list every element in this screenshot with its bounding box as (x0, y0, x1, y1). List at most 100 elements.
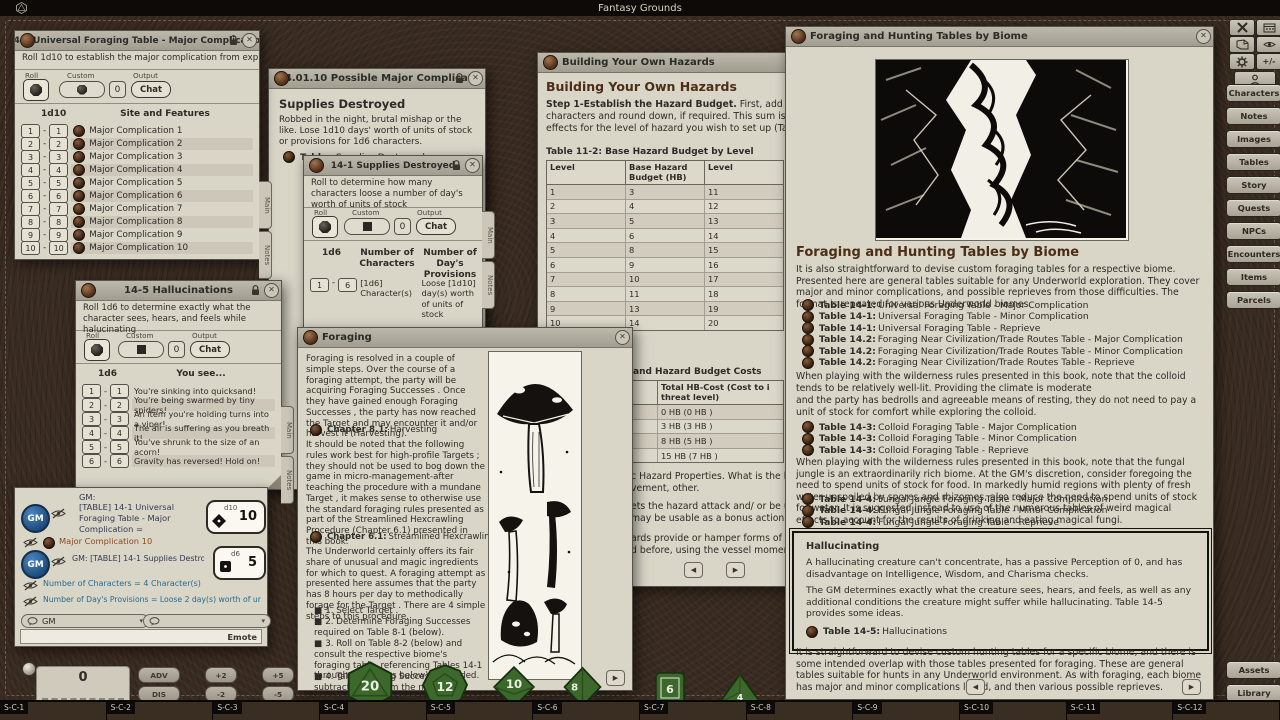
gear-icon[interactable] (1229, 53, 1255, 70)
table-link[interactable]: Table 14-3: Colloid Foraging Table - Maj… (802, 421, 1077, 433)
page-prev-button[interactable]: ◀ (966, 679, 985, 695)
eye-icon[interactable] (1256, 36, 1280, 53)
record-icon[interactable] (543, 55, 558, 70)
roll-die-button[interactable] (84, 339, 110, 361)
foraging-title-bar[interactable]: Foraging ✕ (298, 328, 632, 348)
hotkey-slot[interactable]: S-C-1 (0, 700, 107, 720)
tab-notes[interactable]: Notes (259, 231, 272, 279)
hotkey-slot[interactable]: S-C-10 (960, 700, 1067, 720)
adv-button[interactable]: ADV (138, 667, 180, 683)
record-icon[interactable] (791, 29, 806, 44)
hotkey-slot[interactable]: S-C-9 (853, 700, 960, 720)
table-link[interactable]: Table 14-4: Fungal Jungle Foraging Table… (802, 505, 1107, 517)
tab-main[interactable]: Main (482, 211, 495, 259)
sidebar-item-story[interactable]: Story (1226, 176, 1280, 194)
harvesting-link[interactable]: Chapter 8.1: Harvesting (310, 424, 437, 436)
plus2-button[interactable]: +2 (205, 667, 237, 683)
plus5-button[interactable]: +5 (262, 667, 294, 683)
lock-icon[interactable] (229, 35, 238, 46)
record-icon[interactable] (81, 283, 96, 298)
emote-button[interactable]: Emote (227, 632, 261, 642)
modifiers-icon[interactable]: +/- (1256, 53, 1280, 70)
roll-die-button[interactable] (312, 216, 338, 238)
possible-title-bar[interactable]: 14.01.10 Possible Major Complicati ✕ (269, 69, 485, 89)
chat-input[interactable]: Emote (20, 629, 262, 644)
hotkey-slot[interactable]: S-C-4 (320, 700, 427, 720)
hotkey-slot[interactable]: S-C-7 (640, 700, 747, 720)
hazards-title-bar[interactable]: Building Your Own Hazards (538, 53, 790, 73)
close-icon[interactable]: ✕ (264, 283, 279, 298)
sidebar-item-images[interactable]: Images (1226, 130, 1280, 148)
table-link[interactable]: Table 14-4: Fungal Jungle Foraging Table… (802, 493, 1107, 505)
hotkey-slot[interactable]: S-C-12 (1173, 700, 1280, 720)
custom-die-slot[interactable] (118, 341, 164, 358)
tab-notes[interactable]: Notes (482, 261, 495, 309)
record-icon[interactable] (20, 33, 35, 48)
custom-count-box[interactable]: 0 (109, 81, 126, 98)
hotkey-slot[interactable]: S-C-6 (533, 700, 640, 720)
sidebar-item-characters[interactable]: Characters (1226, 84, 1280, 102)
tab-main[interactable]: Main (281, 406, 294, 454)
tab-main[interactable]: Main (259, 181, 272, 229)
record-icon[interactable] (274, 71, 289, 86)
output-chat-button[interactable]: Chat (131, 81, 171, 98)
record-icon[interactable] (309, 158, 324, 173)
table-link[interactable]: Table 14-1: Universal Foraging Table - M… (802, 299, 1088, 311)
table-link[interactable]: Table 14-1: Universal Foraging Table - R… (802, 322, 1040, 334)
page-next-button[interactable]: ▶ (1182, 679, 1201, 695)
book-icon[interactable] (1229, 36, 1255, 53)
table-link[interactable]: Table 14.2: Foraging Near Civilization/T… (802, 334, 1183, 346)
custom-die-slot[interactable] (59, 81, 105, 98)
hotkey-slot[interactable]: S-C-5 (427, 700, 534, 720)
hotkey-slot[interactable]: S-C-8 (747, 700, 854, 720)
tools-icon[interactable] (1229, 19, 1255, 36)
page-prev-button[interactable]: ◀ (684, 562, 703, 578)
record-icon[interactable] (303, 330, 318, 345)
custom-count-box[interactable]: 0 (168, 341, 185, 358)
sidebar-item-npcs[interactable]: NPCs (1226, 222, 1280, 240)
sidebar-item-assets[interactable]: Assets (1226, 661, 1280, 679)
sidebar-item-items[interactable]: Items (1226, 268, 1280, 286)
chat-mode-dropdown[interactable]: ▾ (143, 614, 271, 628)
sidebar-item-encounters[interactable]: Encounters (1226, 245, 1280, 263)
modifier-reset-button[interactable] (22, 662, 36, 676)
close-icon[interactable]: ✕ (1196, 29, 1211, 44)
custom-count-box[interactable]: 0 (394, 218, 411, 235)
sidebar-item-parcels[interactable]: Parcels (1226, 291, 1280, 309)
biome-title-bar[interactable]: Foraging and Hunting Tables by Biome ✕ (786, 27, 1213, 47)
sidebar-item-tables[interactable]: Tables (1226, 153, 1280, 171)
halluc-title-bar[interactable]: 14-5 Hallucinations ✕ (76, 281, 281, 301)
table-link[interactable]: Table 14-3: Colloid Foraging Table - Rep… (802, 444, 1029, 456)
lock-icon[interactable] (251, 285, 260, 296)
calendar-icon[interactable] (1256, 19, 1280, 36)
output-chat-button[interactable]: Chat (190, 341, 230, 358)
page-next-button[interactable]: ▶ (606, 670, 625, 686)
universal-title-bar[interactable]: 14-1 Universal Foraging Table - Major Co… (15, 31, 259, 51)
table-link[interactable]: Table 14.2: Foraging Near Civilization/T… (802, 357, 1135, 369)
custom-die-slot[interactable] (344, 218, 390, 235)
hotkey-slot[interactable]: S-C-2 (107, 700, 214, 720)
tab-notes[interactable]: Notes (281, 456, 294, 504)
lock-icon[interactable] (455, 73, 464, 84)
resize-corner[interactable] (267, 475, 281, 489)
table-link[interactable]: Table 14.2: Foraging Near Civilization/T… (802, 345, 1183, 357)
lock-icon[interactable] (452, 160, 461, 171)
table-link[interactable]: Table 14-3: Colloid Foraging Table - Min… (802, 433, 1077, 445)
close-icon[interactable]: ✕ (242, 33, 257, 48)
close-icon[interactable]: ✕ (615, 330, 630, 345)
table-link[interactable]: Table 14-1: Universal Foraging Table - M… (802, 311, 1089, 323)
chat-identity-dropdown[interactable]: GM ▾ (21, 614, 149, 628)
hazards-frag1: c Hazard Properties. What is the hazard … (631, 471, 786, 483)
close-icon[interactable]: ✕ (465, 158, 480, 173)
page-next-button[interactable]: ▶ (726, 562, 745, 578)
hallucinations-link[interactable]: Table 14-5: Hallucinations (806, 626, 1195, 638)
roll-die-button[interactable] (23, 79, 49, 101)
hotkey-slot[interactable]: S-C-11 (1067, 700, 1174, 720)
sidebar-item-quests[interactable]: Quests (1226, 199, 1280, 217)
sidebar-item-notes[interactable]: Notes (1226, 107, 1280, 125)
hotkey-slot[interactable]: S-C-3 (213, 700, 320, 720)
table-link[interactable]: Table 14-4: Fungal Jungle Foraging Table… (802, 516, 1059, 528)
supplies-title-bar[interactable]: 14-1 Supplies Destroyed ✕ (304, 156, 482, 176)
close-icon[interactable]: ✕ (468, 71, 483, 86)
output-chat-button[interactable]: Chat (416, 218, 456, 235)
